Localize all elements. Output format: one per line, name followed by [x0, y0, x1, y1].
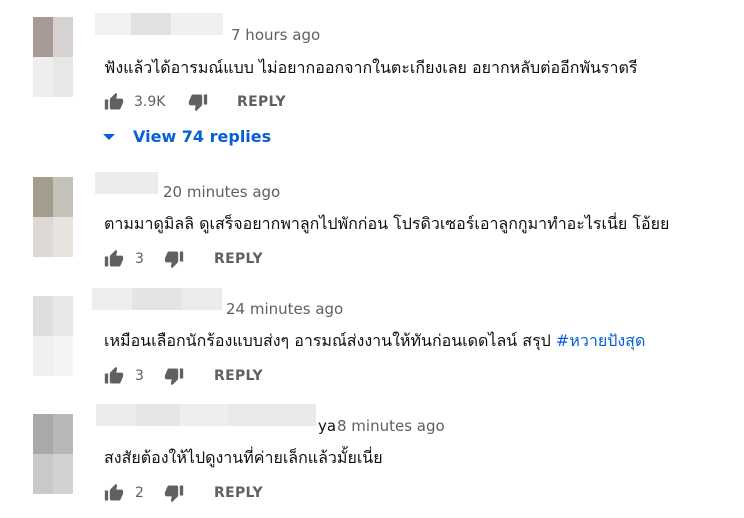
like-count: 2 — [135, 485, 144, 501]
thumbs-down-icon[interactable] — [188, 92, 208, 112]
comment-text: ตามมาดูมิลลิ ดูเสร็จอยากพาลูกไปพักก่อน โ… — [104, 214, 670, 233]
comment-text: สงสัยต้องให้ไปดูงานที่ค่ายเล็กแล้วมั้ยเน… — [104, 448, 383, 467]
comment-timestamp[interactable]: 24 minutes ago — [226, 300, 343, 318]
avatar[interactable] — [33, 296, 73, 376]
comment-actions: 3 REPLY — [104, 248, 404, 272]
caret-down-icon — [103, 134, 115, 140]
reply-button[interactable]: REPLY — [214, 251, 263, 267]
author-name-suffix[interactable]: ya — [318, 417, 336, 435]
avatar[interactable] — [33, 17, 73, 97]
author-name[interactable] — [92, 288, 222, 310]
comment-actions: 2 REPLY — [104, 482, 404, 506]
comment-text-body: เหมือนเลือกนักร้องแบบส่งๆ อารมณ์ส่งงานให… — [104, 331, 556, 350]
comment-timestamp[interactable]: 8 minutes ago — [337, 417, 445, 435]
reply-button[interactable]: REPLY — [237, 94, 286, 110]
like-count: 3.9K — [134, 94, 166, 110]
author-name[interactable] — [95, 13, 223, 35]
comment-actions: 3.9K REPLY — [104, 91, 404, 115]
thumbs-up-icon[interactable] — [104, 92, 124, 112]
avatar[interactable] — [33, 414, 73, 494]
author-name[interactable] — [96, 404, 316, 426]
comment-text: ฟังแล้วได้อารมณ์แบบ ไม่อยากออกจากในตะเกี… — [104, 58, 638, 77]
avatar[interactable] — [33, 177, 73, 257]
view-replies-label: View 74 replies — [133, 127, 272, 146]
thumbs-down-icon[interactable] — [164, 483, 184, 503]
author-name[interactable] — [95, 172, 158, 194]
comment-text: เหมือนเลือกนักร้องแบบส่งๆ อารมณ์ส่งงานให… — [104, 329, 645, 354]
reply-button[interactable]: REPLY — [214, 368, 263, 384]
thumbs-up-icon[interactable] — [104, 249, 124, 269]
thumbs-up-icon[interactable] — [104, 366, 124, 386]
thumbs-down-icon[interactable] — [164, 366, 184, 386]
reply-button[interactable]: REPLY — [214, 485, 263, 501]
like-count: 3 — [135, 368, 144, 384]
comment-actions: 3 REPLY — [104, 365, 404, 389]
comment-timestamp[interactable]: 7 hours ago — [231, 26, 320, 44]
like-count: 3 — [135, 251, 144, 267]
thumbs-down-icon[interactable] — [164, 249, 184, 269]
comment-timestamp[interactable]: 20 minutes ago — [163, 183, 280, 201]
hashtag-link[interactable]: #หวายปังสุด — [556, 331, 645, 350]
thumbs-up-icon[interactable] — [104, 483, 124, 503]
